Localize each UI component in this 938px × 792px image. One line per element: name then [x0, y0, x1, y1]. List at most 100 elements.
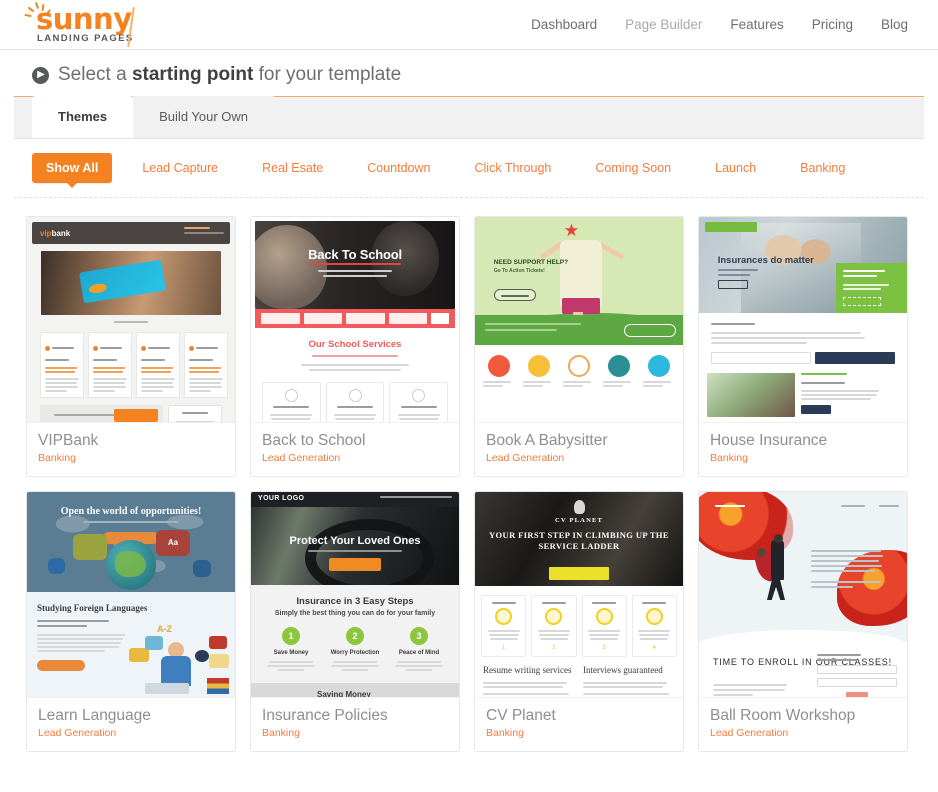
filter-real-estate[interactable]: Real Esate — [248, 153, 337, 183]
preview-name-field — [817, 665, 897, 674]
preview-steps: 1 Save Money 2 Worry Protection 3 Peace … — [259, 627, 451, 671]
template-thumbnail-ball-room-workshop: TIME TO ENROLL IN OUR CLASSES! — [699, 492, 907, 698]
nav-item-page-builder[interactable]: Page Builder — [625, 17, 702, 32]
preview-hero-heading: Insurances do matter — [717, 255, 814, 267]
filter-lead-capture[interactable]: Lead Capture — [128, 153, 232, 183]
bulb-icon — [573, 500, 585, 515]
card-title: Back to School — [262, 432, 366, 449]
preview-book-button — [624, 324, 676, 337]
card-category: Banking — [486, 727, 524, 739]
preview-gray-heading: Saving Money — [317, 690, 371, 698]
card-category: Lead Generation — [262, 452, 341, 464]
preview-lower-section — [707, 373, 899, 417]
preview-hero: Open the world of opportunities! Aa — [27, 492, 235, 592]
template-card-ball-room-workshop[interactable]: TIME TO ENROLL IN OUR CLASSES! Ball Room… — [698, 491, 908, 752]
preview-hero-heading: YOUR FIRST STEP IN CLIMBING UP THE SERVI… — [488, 529, 670, 551]
tab-build-your-own[interactable]: Build Your Own — [133, 96, 275, 138]
brush-icon — [608, 355, 630, 377]
step-label: Save Money — [273, 650, 309, 656]
preview-cta-band — [475, 315, 683, 345]
preview-section: Studying Foreign Languages A-Z — [27, 592, 235, 697]
brand-logo[interactable]: sunny LANDING PAGES — [22, 1, 142, 47]
preview-feature — [40, 332, 84, 398]
filter-banking[interactable]: Banking — [786, 153, 859, 183]
card-title: VIPBank — [38, 432, 99, 449]
nav-item-blog[interactable]: Blog — [881, 17, 908, 32]
page-title-strong: starting point — [131, 64, 254, 85]
preview-hero: Back To School — [255, 221, 455, 309]
filter-coming-soon[interactable]: Coming Soon — [581, 153, 685, 183]
user-icon — [545, 608, 563, 625]
tab-themes[interactable]: Themes — [32, 96, 134, 138]
preview-signup-form — [817, 654, 897, 697]
filter-countdown[interactable]: Countdown — [353, 153, 444, 183]
preview-card: 1 — [481, 595, 527, 657]
brand-name: sunny — [36, 1, 132, 36]
nav-item-pricing[interactable]: Pricing — [812, 17, 853, 32]
preview-service-card — [389, 382, 449, 422]
template-thumbnail-cv-planet: CV PLANET YOUR FIRST STEP IN CLIMBING UP… — [475, 492, 683, 698]
preview-nav — [841, 505, 899, 507]
card-number: 3 — [602, 645, 606, 651]
phone-icon — [184, 227, 224, 234]
speech-bubble-icon — [72, 534, 107, 560]
template-card-back-to-school[interactable]: Back To School Our School Services Back … — [250, 216, 460, 477]
preview-section-heading: Our School Services — [308, 339, 402, 350]
preview-icon-item — [603, 355, 635, 387]
preview-step: 1 Save Money — [259, 627, 323, 671]
card-footer: Learn Language Lead Generation — [27, 698, 235, 751]
nav-item-features[interactable]: Features — [730, 17, 783, 32]
card-number: 1 — [502, 645, 506, 651]
template-grid: vipbank VIPBank Banking Back To School O… — [26, 216, 912, 752]
preview-form-bar — [255, 309, 455, 328]
preview-tagline — [380, 496, 452, 498]
template-card-cv-planet[interactable]: CV PLANET YOUR FIRST STEP IN CLIMBING UP… — [474, 491, 684, 752]
template-card-house-insurance[interactable]: Insurances do matter House Insurance Ban… — [698, 216, 908, 477]
filter-show-all[interactable]: Show All — [32, 153, 113, 188]
preview-badge — [705, 222, 757, 232]
globe-icon — [106, 540, 157, 590]
preview-hero-heading: Open the world of opportunities! — [60, 506, 202, 517]
preview-icon-item — [643, 355, 675, 387]
preview-service-cards — [262, 382, 449, 422]
preview-subheading: Go To Action Tickets! — [493, 268, 545, 275]
preview-hero: NEED SUPPORT HELP? Go To Action Tickets! — [475, 217, 683, 345]
card-footer: House Insurance Banking — [699, 423, 907, 476]
top-bar: sunny LANDING PAGES Dashboard Page Build… — [0, 0, 938, 50]
shield-icon — [488, 355, 510, 377]
template-card-book-a-babysitter[interactable]: NEED SUPPORT HELP? Go To Action Tickets! — [474, 216, 684, 477]
preview-icon-row — [475, 345, 683, 387]
nav-item-dashboard[interactable]: Dashboard — [531, 17, 597, 32]
page-title-pre: Select a — [58, 64, 132, 85]
preview-form — [711, 352, 895, 364]
step-number: 3 — [410, 627, 428, 645]
preview-hero: Protect Your Loved Ones — [251, 507, 459, 585]
card-title: Learn Language — [38, 707, 151, 724]
filter-click-through[interactable]: Click Through — [461, 153, 566, 183]
speech-bubble-icon — [47, 558, 65, 574]
preview-logo-block: CV PLANET — [475, 500, 683, 524]
pinwheel-icon — [564, 223, 579, 237]
preview-photo — [707, 373, 796, 417]
card-title: Book A Babysitter — [486, 432, 608, 449]
template-card-vipbank[interactable]: vipbank VIPBank Banking — [26, 216, 236, 477]
preview-heading: NEED SUPPORT HELP? — [493, 259, 569, 267]
preview-steps-sub: Simply the best thing you can do for you… — [274, 610, 436, 617]
monitor-icon — [595, 608, 613, 625]
template-card-learn-language[interactable]: Open the world of opportunities! Aa Stud… — [26, 491, 236, 752]
page-title-post: for your template — [253, 64, 402, 85]
calendar-icon — [412, 389, 426, 402]
preview-logo — [715, 505, 745, 507]
preview-col-heading: Resume writing services — [483, 665, 572, 675]
template-card-insurance-policies[interactable]: YOUR LOGO Protect Your Loved Ones Insura… — [250, 491, 460, 752]
preview-hero-image — [41, 251, 221, 315]
brand-tagline: LANDING PAGES — [37, 32, 134, 44]
speech-bubble-icon — [193, 560, 212, 577]
card-category: Lead Generation — [486, 452, 565, 464]
step-label: Peace of Mind — [398, 650, 440, 656]
preview-logo: vipbank — [40, 229, 70, 238]
filter-launch[interactable]: Launch — [701, 153, 770, 183]
preview-body-copy — [811, 550, 885, 588]
preview-icon-item — [483, 355, 515, 387]
step-number: 2 — [346, 627, 364, 645]
